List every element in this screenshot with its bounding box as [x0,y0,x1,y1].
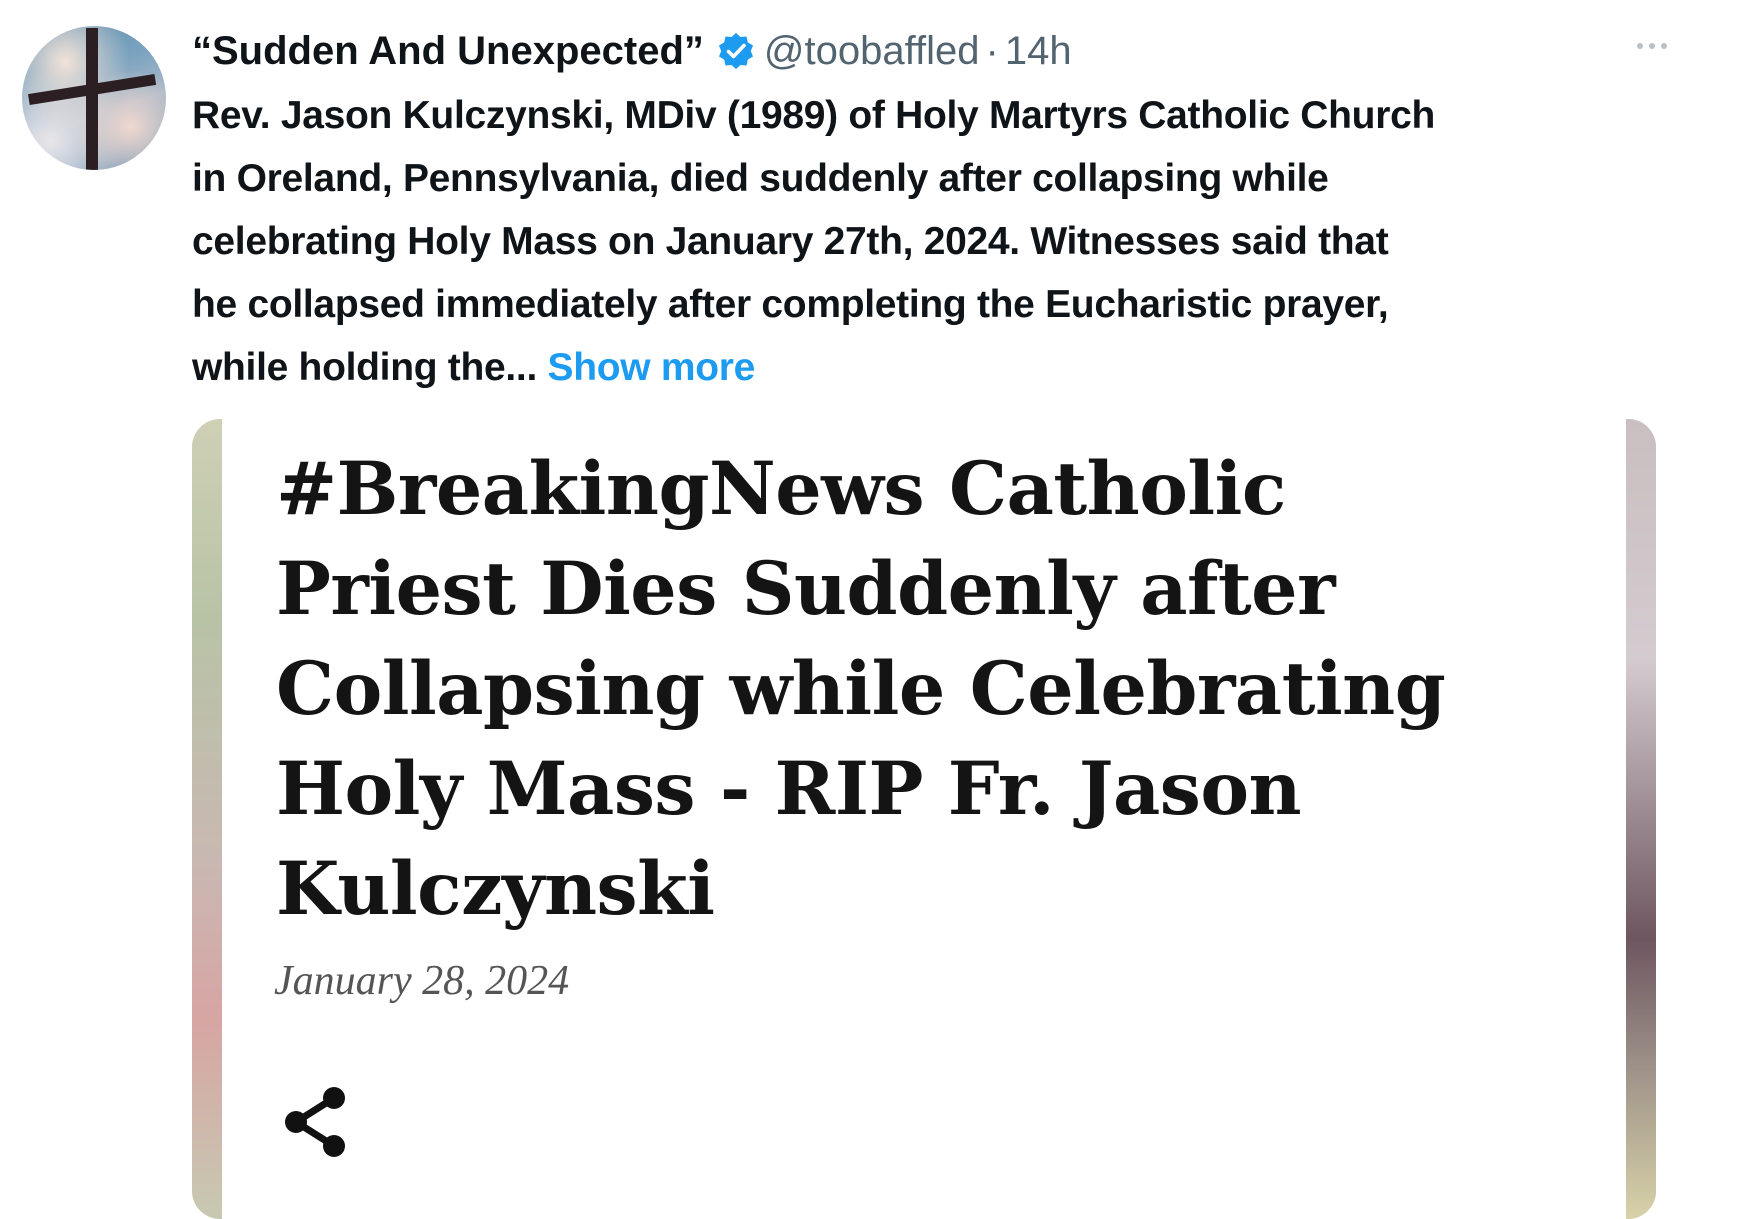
headline-line: Kulczynski [276,846,715,932]
article-screenshot: #BreakingNews Catholic Priest Dies Sudde… [222,419,1626,1219]
avatar[interactable] [22,26,166,170]
tweet-text-line: celebrating Holy Mass on January 27th, 2… [192,220,1389,263]
tweet-header: “Sudden And Unexpected” @toobaffled · 14… [192,22,1072,80]
article-date: January 28, 2024 [274,958,570,1004]
headline-line: Holy Mass - RIP Fr. Jason [276,746,1302,832]
tweet-text-line-last: while holding the... Show more [192,336,1672,399]
show-more-link[interactable]: Show more [548,346,756,389]
separator-dot: · [985,28,999,73]
user-handle[interactable]: @toobaffled [764,29,980,74]
tweet-text-line: in Oreland, Pennsylvania, died suddenly … [192,157,1329,200]
headline-line: Collapsing while Celebrating [276,646,1446,732]
timestamp[interactable]: 14h [1005,29,1072,74]
display-name[interactable]: “Sudden And Unexpected” [192,29,704,74]
image-edge [1626,419,1656,1219]
ellipsis-icon[interactable] [1622,26,1682,66]
tweet-text: Rev. Jason Kulczynski, MDiv (1989) of Ho… [192,84,1672,399]
headline-line: #BreakingNews Catholic [276,446,1286,532]
article-headline: #BreakingNews Catholic Priest Dies Sudde… [276,439,1616,939]
media-card[interactable]: #BreakingNews Catholic Priest Dies Sudde… [192,419,1656,1219]
share-icon [285,1087,345,1157]
verified-badge-icon [716,31,756,71]
tweet-text-line: he collapsed immediately after completin… [192,283,1389,326]
headline-line: Priest Dies Suddenly after [276,546,1336,632]
cross-icon [28,28,157,170]
tweet-text-line: Rev. Jason Kulczynski, MDiv (1989) of Ho… [192,94,1435,137]
tweet-text-line: while holding the... [192,346,548,389]
